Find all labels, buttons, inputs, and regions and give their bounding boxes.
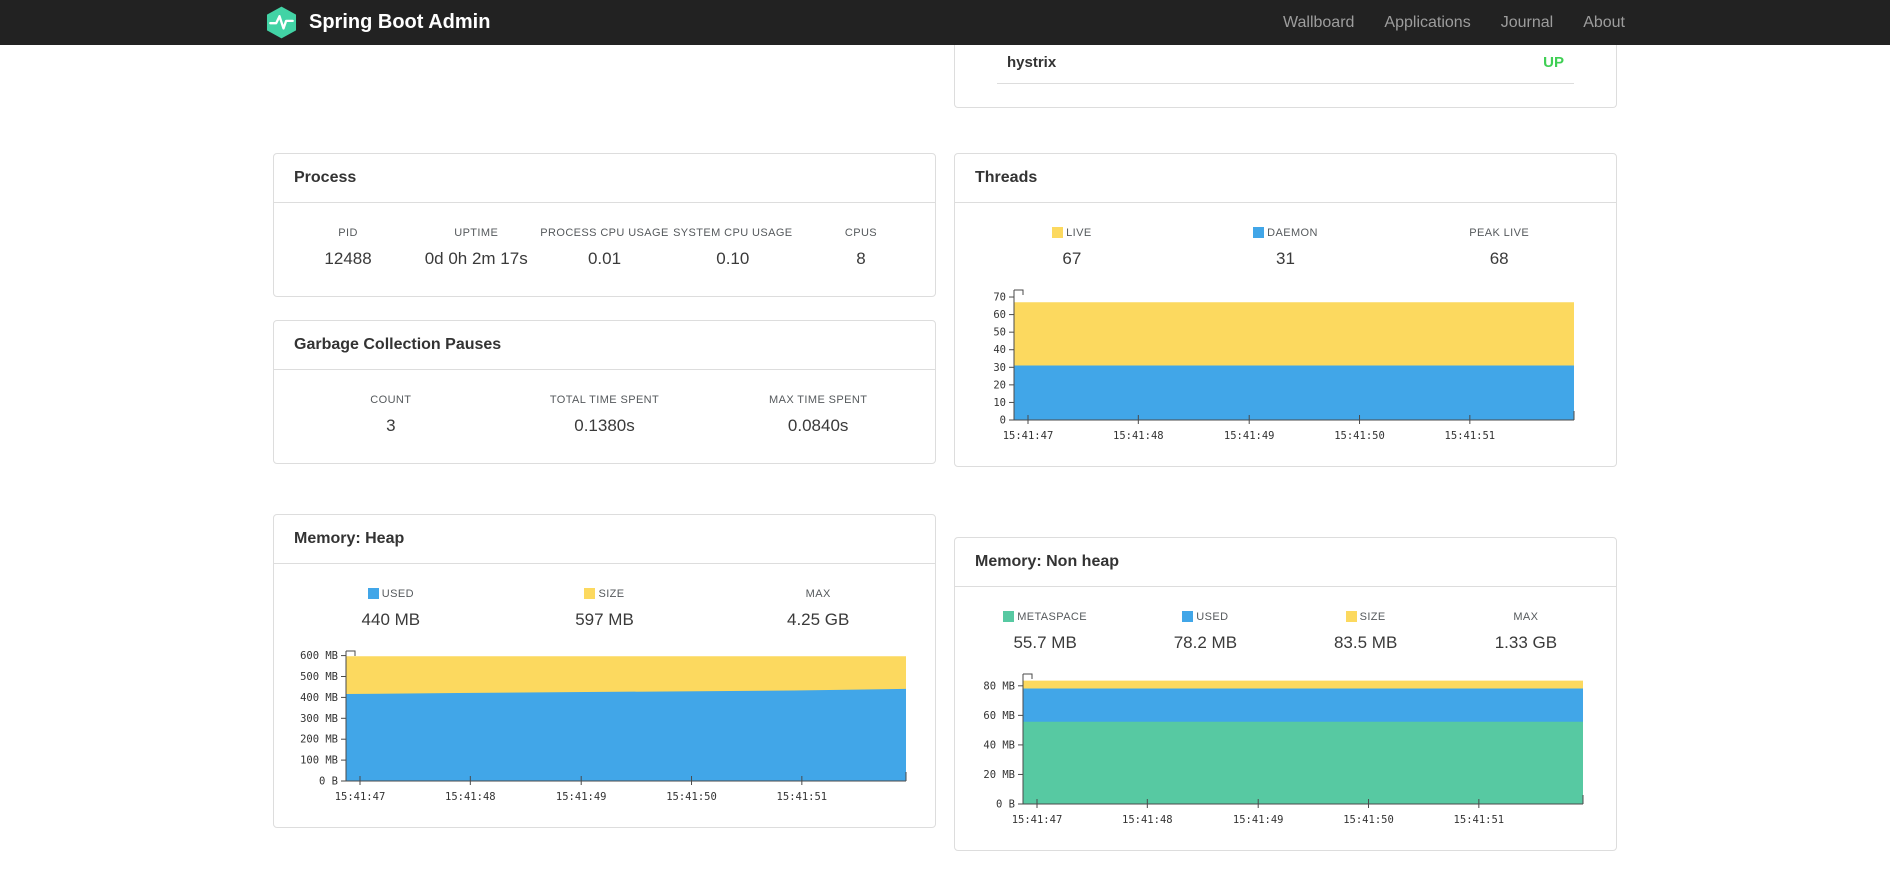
svg-text:200 MB: 200 MB — [300, 734, 338, 746]
svg-text:30: 30 — [993, 362, 1006, 374]
stat-gc-max-time: MAX TIME SPENT 0.0840s — [769, 394, 868, 435]
nav-item-about[interactable]: About — [1583, 14, 1625, 32]
stat-heap-max: MAX 4.25 GB — [786, 588, 850, 629]
panel-application-status: hystrix UP — [954, 45, 1617, 108]
stat-gc-count: COUNT 3 — [370, 394, 412, 435]
panel-process: Process PID 12488 UPTIME 0d 0h 2m 17s PR… — [273, 153, 936, 297]
gc-stats: COUNT 3 TOTAL TIME SPENT 0.1380s MAX TIM… — [274, 370, 935, 463]
svg-text:15:41:49: 15:41:49 — [555, 791, 606, 803]
left-column: Process PID 12488 UPTIME 0d 0h 2m 17s PR… — [273, 153, 936, 464]
panel-memory-nonheap: Memory: Non heap METASPACE 55.7 MB USED … — [954, 537, 1617, 851]
nav-item-journal[interactable]: Journal — [1501, 14, 1553, 32]
svg-text:15:41:50: 15:41:50 — [666, 791, 717, 803]
legend-swatch-nonheap-size — [1345, 611, 1357, 622]
svg-text:60 MB: 60 MB — [983, 710, 1015, 722]
stat-cpus: CPUS 8 — [844, 227, 878, 268]
svg-text:100 MB: 100 MB — [300, 755, 338, 767]
nav-item-applications[interactable]: Applications — [1384, 14, 1470, 32]
svg-text:0 B: 0 B — [996, 799, 1015, 811]
status-badge: UP — [1543, 54, 1564, 71]
application-name: hystrix — [1007, 54, 1057, 71]
stat-system-cpu-usage: SYSTEM CPU USAGE 0.10 — [673, 227, 793, 268]
navbar-container: Spring Boot Admin Wallboard Applications… — [265, 0, 1625, 45]
spring-boot-admin-logo-icon — [266, 6, 297, 39]
svg-text:20 MB: 20 MB — [983, 769, 1015, 781]
nav-item-wallboard[interactable]: Wallboard — [1283, 14, 1354, 32]
svg-text:50: 50 — [993, 327, 1006, 339]
svg-text:600 MB: 600 MB — [300, 650, 338, 662]
panel-title-gc: Garbage Collection Pauses — [274, 321, 935, 370]
nav-links: Wallboard Applications Journal About — [1283, 14, 1625, 32]
stat-pid: PID 12488 — [324, 227, 372, 268]
svg-text:40: 40 — [993, 344, 1006, 356]
stat-heap-used: USED 440 MB — [361, 588, 421, 629]
svg-text:0 B: 0 B — [319, 776, 338, 788]
legend-swatch-nonheap-used — [1182, 611, 1194, 622]
stat-nonheap-max: MAX 1.33 GB — [1494, 611, 1558, 652]
svg-text:15:41:51: 15:41:51 — [1453, 814, 1504, 826]
panel-title-memory-heap: Memory: Heap — [274, 515, 935, 564]
svg-text:15:41:47: 15:41:47 — [1002, 430, 1053, 442]
stat-threads-peak-live: PEAK LIVE 68 — [1469, 227, 1530, 268]
stat-threads-live: LIVE 67 — [965, 227, 1179, 268]
svg-text:60: 60 — [993, 309, 1006, 321]
main-content: hystrix UP Process PID 12488 UPTIME 0d 0… — [273, 45, 1617, 851]
panel-title-threads: Threads — [955, 154, 1616, 203]
navbar: Spring Boot Admin Wallboard Applications… — [0, 0, 1890, 45]
panel-threads: Threads LIVE 67 DAEMON 31 PEAK LIVE 68 7… — [954, 153, 1617, 467]
svg-text:15:41:51: 15:41:51 — [776, 791, 827, 803]
threads-legend: LIVE 67 DAEMON 31 PEAK LIVE 68 — [955, 203, 1616, 280]
svg-text:0: 0 — [999, 415, 1005, 427]
panel-title-process: Process — [274, 154, 935, 203]
svg-text:400 MB: 400 MB — [300, 692, 338, 704]
svg-text:70: 70 — [993, 292, 1006, 304]
stat-nonheap-used: USED 78.2 MB — [1173, 611, 1238, 652]
heap-legend: USED 440 MB SIZE 597 MB MAX 4.25 GB — [274, 564, 935, 641]
svg-text:15:41:47: 15:41:47 — [334, 791, 385, 803]
stat-heap-size: SIZE 597 MB — [575, 588, 634, 629]
application-row-hystrix[interactable]: hystrix UP — [997, 45, 1574, 84]
nonheap-legend: METASPACE 55.7 MB USED 78.2 MB SIZE 83.5… — [955, 587, 1616, 664]
stat-threads-daemon: DAEMON 31 — [1179, 227, 1393, 268]
stat-process-cpu-usage: PROCESS CPU USAGE 0.01 — [540, 227, 669, 268]
row-memory: Memory: Heap USED 440 MB SIZE 597 MB MAX — [273, 514, 1617, 851]
svg-text:20: 20 — [993, 379, 1006, 391]
panel-gc-pauses: Garbage Collection Pauses COUNT 3 TOTAL … — [273, 320, 936, 464]
brand-title: Spring Boot Admin — [309, 11, 491, 33]
threads-chart: 70 60 50 40 30 20 10 0 15:41:47 15:41:48 15:41:49 1… — [955, 280, 1616, 446]
svg-text:15:41:51: 15:41:51 — [1444, 430, 1495, 442]
panel-title-memory-nonheap: Memory: Non heap — [955, 538, 1616, 587]
svg-text:15:41:48: 15:41:48 — [445, 791, 496, 803]
brand-link[interactable]: Spring Boot Admin — [265, 6, 490, 39]
legend-swatch-metaspace — [1003, 611, 1015, 622]
svg-text:15:41:50: 15:41:50 — [1343, 814, 1394, 826]
process-stats: PID 12488 UPTIME 0d 0h 2m 17s PROCESS CP… — [274, 203, 935, 296]
stat-uptime: UPTIME 0d 0h 2m 17s — [424, 227, 528, 268]
svg-text:10: 10 — [993, 397, 1006, 409]
memory-nonheap-chart: 80 MB 60 MB 40 MB 20 MB 0 B 15:41:47 15:41:48 1… — [955, 664, 1616, 830]
svg-text:15:41:48: 15:41:48 — [1122, 814, 1173, 826]
svg-text:80 MB: 80 MB — [983, 680, 1015, 692]
legend-swatch-live — [1052, 227, 1064, 238]
svg-text:15:41:48: 15:41:48 — [1113, 430, 1164, 442]
svg-text:300 MB: 300 MB — [300, 713, 338, 725]
svg-text:40 MB: 40 MB — [983, 739, 1015, 751]
legend-swatch-heap-size — [584, 588, 596, 599]
memory-heap-chart: 600 MB 500 MB 400 MB 300 MB 200 MB 100 MB 0 B 1… — [274, 641, 935, 807]
row-application-status: hystrix UP — [273, 45, 1617, 108]
stat-gc-total-time: TOTAL TIME SPENT 0.1380s — [549, 394, 660, 435]
legend-swatch-daemon — [1253, 227, 1265, 238]
stat-nonheap-size: SIZE 83.5 MB — [1333, 611, 1398, 652]
stat-nonheap-metaspace: METASPACE 55.7 MB — [965, 611, 1125, 652]
panel-memory-heap: Memory: Heap USED 440 MB SIZE 597 MB MAX — [273, 514, 936, 828]
svg-text:15:41:49: 15:41:49 — [1232, 814, 1283, 826]
svg-text:15:41:50: 15:41:50 — [1334, 430, 1385, 442]
svg-text:15:41:47: 15:41:47 — [1011, 814, 1062, 826]
svg-text:500 MB: 500 MB — [300, 671, 338, 683]
legend-swatch-heap-used — [367, 588, 379, 599]
row-process-threads: Process PID 12488 UPTIME 0d 0h 2m 17s PR… — [273, 153, 1617, 467]
svg-text:15:41:49: 15:41:49 — [1223, 430, 1274, 442]
